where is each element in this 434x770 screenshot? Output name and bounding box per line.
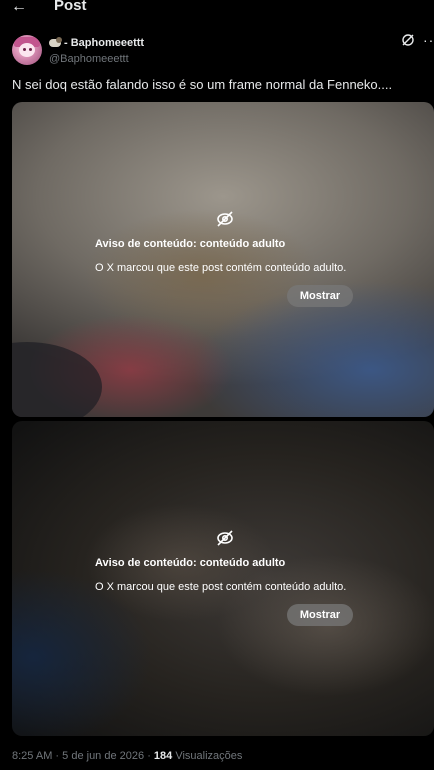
eye-slash-icon [215, 209, 235, 229]
views-count: 184 [153, 750, 173, 762]
post-time[interactable]: 8:25 AM [12, 750, 52, 762]
meta-separator: · [147, 750, 151, 762]
author-handle[interactable]: @Baphomeeettt [49, 53, 129, 65]
meta-separator: · [55, 750, 60, 762]
warning-text: O X marcou que este post contém conteúdo… [95, 581, 347, 593]
post-date[interactable]: 5 de jun de 2026 [62, 750, 144, 762]
sheep-emoji-icon [49, 37, 62, 48]
content-warning-overlay: Aviso de conteúdo: conteúdo adulto O X m… [12, 421, 434, 736]
media-image-1[interactable]: Aviso de conteúdo: conteúdo adulto O X m… [12, 102, 434, 417]
show-button[interactable]: Mostrar [287, 285, 353, 307]
author-name-row[interactable]: - Baphomeeettt [49, 37, 144, 49]
eye-slash-icon [215, 528, 235, 548]
views-label: Visualizações [175, 750, 243, 762]
page-title: Post [54, 0, 87, 14]
media-image-2[interactable]: Aviso de conteúdo: conteúdo adulto O X m… [12, 421, 434, 736]
warning-title: Aviso de conteúdo: conteúdo adulto [95, 557, 286, 569]
content-warning-overlay: Aviso de conteúdo: conteúdo adulto O X m… [12, 102, 434, 417]
warning-text: O X marcou que este post contém conteúdo… [95, 262, 347, 274]
author-name: - Baphomeeettt [64, 37, 145, 49]
tweet-text: N sei doq estão falando isso é so um fra… [12, 77, 393, 92]
arrow-left-icon[interactable]: ← [11, 0, 27, 16]
avatar[interactable] [12, 35, 42, 65]
show-button[interactable]: Mostrar [287, 604, 353, 626]
grok-icon[interactable] [401, 33, 415, 50]
post-meta: 8:25 AM · 5 de jun de 2026 · 184 Visuali… [12, 750, 242, 762]
more-options-button[interactable]: ··· [423, 32, 434, 48]
top-bar: ← Post [0, 0, 434, 16]
warning-title: Aviso de conteúdo: conteúdo adulto [95, 238, 286, 250]
